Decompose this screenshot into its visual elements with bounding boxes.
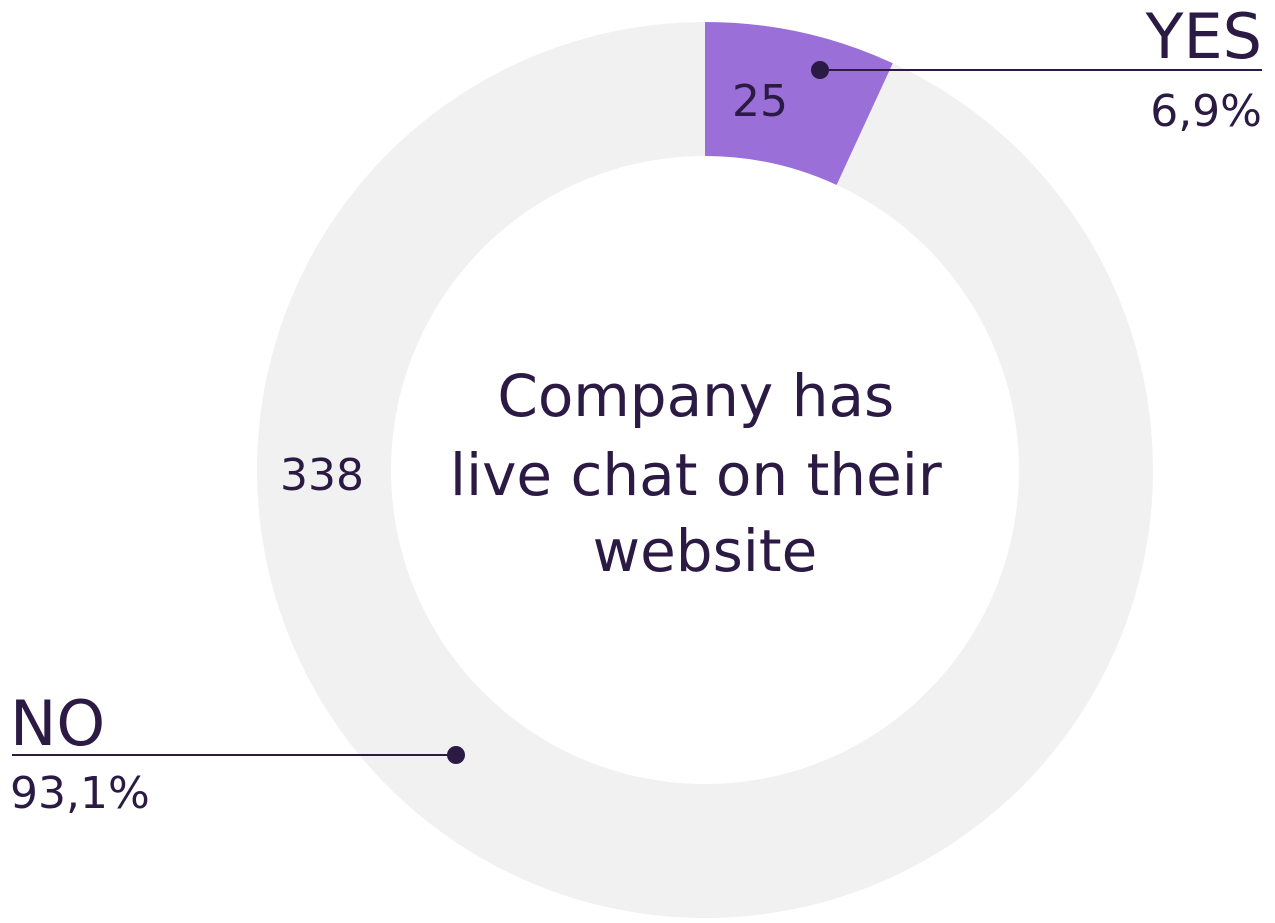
percent-label-no: 93,1%	[10, 768, 150, 819]
category-label-yes: YES	[1145, 0, 1262, 73]
category-label-no: NO	[10, 687, 105, 760]
slice-value-label-no: 338	[280, 450, 364, 501]
slice-value-label-yes: 25	[732, 76, 788, 127]
center-title: Company has live chat on their website	[450, 362, 960, 585]
leader-dot-no	[447, 746, 465, 764]
percent-label-yes: 6,9%	[1150, 86, 1262, 137]
leader-dot-yes	[811, 61, 829, 79]
center-title-line-1: Company has	[497, 362, 894, 430]
chart-svg: 25 338 Company has live chat on their we…	[10, 0, 1262, 918]
donut-chart: 25 338 Company has live chat on their we…	[0, 0, 1275, 919]
center-title-line-2: live chat on their	[450, 441, 942, 509]
center-title-line-3: website	[593, 517, 818, 585]
